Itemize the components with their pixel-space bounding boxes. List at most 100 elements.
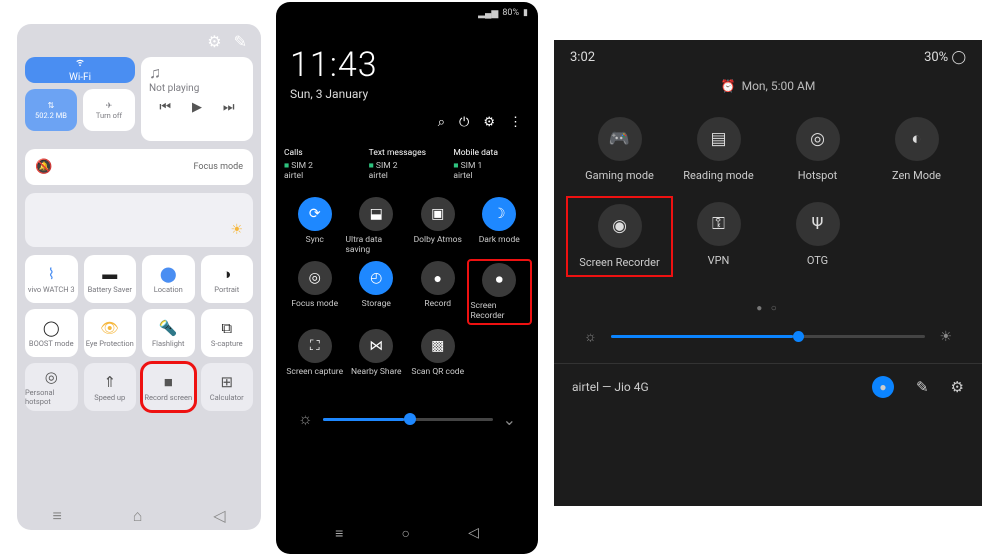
data-saving-icon: ⬓ — [359, 197, 393, 231]
screen-recorder-tile[interactable]: ⏺Screen Recorder — [467, 259, 533, 325]
dolby-tile[interactable]: ▣Dolby Atmos — [407, 197, 469, 255]
back-icon[interactable]: ◁ — [468, 525, 479, 542]
calculator-tile[interactable]: ⊞Calculator — [201, 363, 254, 411]
edit-icon[interactable]: ✎ — [916, 378, 929, 396]
nearby-share-tile[interactable]: ⋈Nearby Share — [346, 329, 408, 377]
brightness-high-icon: ☀ — [939, 329, 952, 345]
rocket-icon: ⇑ — [103, 373, 116, 391]
video-record-icon: ■ — [164, 373, 173, 391]
slider-track[interactable] — [611, 335, 926, 338]
music-status: Not playing — [149, 83, 245, 94]
zen-mode-tile[interactable]: ◐Zen Mode — [867, 117, 966, 182]
airplane-label: Turn off — [96, 111, 122, 120]
back-icon[interactable]: ◁ — [213, 506, 225, 526]
gaming-mode-tile[interactable]: 🎮Gaming mode — [570, 117, 669, 182]
video-camera-icon: ⏺ — [482, 263, 516, 297]
sync-tile[interactable]: ⟳Sync — [284, 197, 346, 255]
sync-icon: ⟳ — [298, 197, 332, 231]
phone-samsung-panel: ▂▄▆ 80% ▮ 11:43 Sun, 3 January ⌕ ⏻ ⚙ ⋮ C… — [276, 2, 538, 554]
slider-track[interactable] — [323, 418, 493, 421]
play-icon[interactable]: ▶ — [192, 100, 202, 115]
brightness-card[interactable]: ☀ — [25, 193, 253, 247]
boost-tile[interactable]: ◯BOOST mode — [25, 309, 78, 357]
focus-icon: ◎ — [298, 261, 332, 295]
portrait-tile[interactable]: ◑Portrait — [201, 255, 254, 303]
music-card[interactable]: ♫ Not playing ⏮ ▶ ⏭ — [141, 57, 253, 141]
panel-actions: ⌕ ⏻ ⚙ ⋮ — [276, 101, 538, 130]
status-bar: ▂▄▆ 80% ▮ — [276, 2, 538, 19]
battery-saver-tile[interactable]: ▬Battery Saver — [84, 255, 137, 303]
eye-protection-tile[interactable]: 👁Eye Protection — [84, 309, 137, 357]
alarm-row[interactable]: ⏰ Mon, 5:00 AM — [554, 65, 982, 109]
battery-icon: ▬ — [102, 265, 117, 283]
user-avatar-icon[interactable]: ● — [872, 376, 894, 398]
android-navbar: ≡ ○ ◁ — [276, 517, 538, 550]
qr-icon: ▩ — [421, 329, 455, 363]
chevron-down-icon[interactable]: ⌄ — [503, 410, 516, 429]
gear-icon[interactable]: ⚙ — [483, 115, 495, 130]
location-tile[interactable]: ⬤Location — [142, 255, 195, 303]
reading-mode-tile[interactable]: ▤Reading mode — [669, 117, 768, 182]
airplane-tile[interactable]: ✈ Turn off — [83, 89, 135, 131]
time: 3:02 — [570, 50, 595, 65]
prev-track-icon[interactable]: ⏮ — [159, 100, 171, 115]
eye-icon: 👁 — [100, 319, 119, 337]
edit-icon[interactable]: ✎ — [234, 32, 247, 51]
gear-icon[interactable]: ⚙ — [207, 32, 221, 51]
tiles-row-2: ◯BOOST mode 👁Eye Protection 🔦Flashlight … — [17, 309, 261, 357]
hotspot-icon: ◎ — [796, 117, 840, 161]
speedup-tile[interactable]: ⇑Speed up — [84, 363, 137, 411]
tiles-row-1: ⌇vivo WATCH 3 ▬Battery Saver ⬤Location ◑… — [17, 255, 261, 303]
recents-icon[interactable]: ≡ — [335, 525, 343, 542]
date: Sun, 3 January — [276, 85, 538, 101]
hotspot-tile[interactable]: ◎Personal hotspot — [25, 363, 78, 411]
sound-card[interactable]: 🔕 Focus mode — [25, 149, 253, 185]
brightness-slider[interactable]: ☼ ⌄ — [276, 383, 538, 455]
brightness-slider[interactable]: ☼ ☀ — [554, 328, 982, 363]
otg-tile[interactable]: ΨOTG — [768, 202, 867, 271]
page-indicator: ● ○ — [554, 279, 982, 328]
home-icon[interactable]: ○ — [401, 525, 409, 542]
vpn-tile[interactable]: ⚿VPN — [669, 202, 768, 271]
alarm-icon: ⏰ — [721, 79, 736, 93]
location-icon: ⬤ — [160, 265, 177, 283]
zen-icon: ◐ — [895, 117, 939, 161]
book-icon: ▤ — [697, 117, 741, 161]
airplane-icon: ✈ — [106, 101, 113, 110]
focus-mode-tile[interactable]: ◎Focus mode — [284, 261, 346, 323]
gear-icon[interactable]: ⚙ — [951, 378, 964, 396]
music-note-icon: ♫ — [149, 63, 245, 83]
scapture-icon: ⧉ — [221, 319, 232, 337]
search-icon[interactable]: ⌕ — [438, 115, 445, 130]
phone-light-panel: ⚙ ✎ Wi-Fi ⇅ 502.2 MB ✈ Turn off — [17, 24, 261, 530]
carrier-text: airtel — Jio 4G — [572, 380, 649, 394]
tiles-row-3: ◎Personal hotspot ⇑Speed up ■Record scre… — [17, 363, 261, 411]
record-screen-tile[interactable]: ■Record screen — [142, 363, 195, 411]
sim-texts[interactable]: Text messages■ SIM 2airtel — [365, 148, 450, 181]
dark-mode-tile[interactable]: ☽Dark mode — [469, 197, 531, 255]
phone-oneplus-panel: 3:02 30% ◯ ⏰ Mon, 5:00 AM 🎮Gaming mode ▤… — [554, 40, 982, 506]
boost-icon: ◯ — [43, 319, 60, 337]
scan-qr-tile[interactable]: ▩Scan QR code — [407, 329, 469, 377]
next-track-icon[interactable]: ⏭ — [223, 100, 235, 115]
gamepad-icon: 🎮 — [598, 117, 642, 161]
storage-tile[interactable]: ◴Storage — [346, 261, 408, 323]
power-icon[interactable]: ⏻ — [459, 115, 469, 130]
menu-icon[interactable]: ≡ — [52, 506, 61, 526]
mobile-data-tile[interactable]: ⇅ 502.2 MB — [25, 89, 77, 131]
ultra-data-tile[interactable]: ⬓Ultra data saving — [346, 197, 408, 255]
home-icon[interactable]: ⌂ — [133, 506, 143, 526]
flashlight-tile[interactable]: 🔦Flashlight — [142, 309, 195, 357]
sim-data[interactable]: Mobile data■ SIM 1airtel — [449, 148, 534, 181]
more-icon[interactable]: ⋮ — [509, 115, 522, 130]
wifi-tile[interactable]: Wi-Fi — [25, 57, 135, 83]
bluetooth-tile[interactable]: ⌇vivo WATCH 3 — [25, 255, 78, 303]
sim-calls[interactable]: Calls■ SIM 2airtel — [280, 148, 365, 181]
screen-capture-tile[interactable]: ⛶Screen capture — [284, 329, 346, 377]
battery-icon: ◯ — [951, 50, 966, 65]
record-tile[interactable]: ●Record — [407, 261, 469, 323]
sim-status: Calls■ SIM 2airtel Text messages■ SIM 2a… — [276, 130, 538, 191]
s-capture-tile[interactable]: ⧉S-capture — [201, 309, 254, 357]
screen-recorder-tile[interactable]: ◉Screen Recorder — [566, 196, 673, 277]
hotspot-tile[interactable]: ◎Hotspot — [768, 117, 867, 182]
